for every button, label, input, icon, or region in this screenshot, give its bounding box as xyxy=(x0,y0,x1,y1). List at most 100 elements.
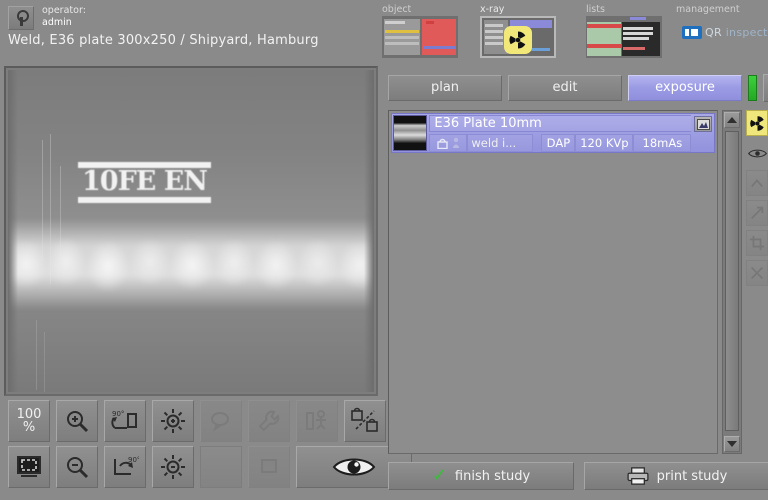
brand-mark-icon xyxy=(682,26,702,39)
right-icon-rail xyxy=(746,110,768,490)
rotate-ccw-button[interactable]: 90° xyxy=(104,446,146,488)
brightness-minus-icon xyxy=(161,455,185,479)
zoom-100-percent-button[interactable]: 100 % xyxy=(8,400,50,442)
rotate-90-ccw-icon: 90° xyxy=(114,456,139,475)
fit-to-window-button[interactable] xyxy=(8,446,50,488)
measure-button xyxy=(296,400,338,442)
finish-study-button[interactable]: ✓ finish study xyxy=(388,462,574,490)
expand-view-button[interactable] xyxy=(763,74,768,102)
study-flags xyxy=(429,134,468,152)
triangle-down-icon xyxy=(727,441,737,447)
nav-tab-object[interactable]: object xyxy=(378,4,464,60)
key-icon xyxy=(16,10,29,26)
viewer-toolbar-row-2: 90° xyxy=(8,446,412,488)
green-check-icon: ✓ xyxy=(431,465,447,486)
cut-icon xyxy=(751,267,763,279)
image-detail-icon xyxy=(696,118,710,130)
viewer-toolbar-row-1: 100 % 90° xyxy=(8,400,386,442)
brightness-plus-icon xyxy=(161,409,185,433)
mode-tab-edit[interactable]: edit xyxy=(508,75,622,101)
finish-study-label: finish study xyxy=(454,468,531,484)
operator-name: admin xyxy=(42,17,72,28)
right-panel: plan edit exposure E36 Plate 10mm weld i… xyxy=(384,66,768,500)
operator-label: operator: xyxy=(42,5,86,16)
nav-tab-lists[interactable]: lists xyxy=(582,4,668,60)
rotate-90-cw-icon: 90° xyxy=(111,410,137,429)
comment-bubble-icon xyxy=(211,412,229,432)
mode-tab-exposure[interactable]: exposure xyxy=(628,75,742,101)
radiograph-image: 10FE EN xyxy=(8,70,374,392)
nav-tab-management-label: management xyxy=(676,4,740,15)
print-study-label: print study xyxy=(656,468,728,484)
eye-icon xyxy=(332,458,376,476)
image-detail-button[interactable] xyxy=(694,116,713,132)
expand-diagonal-icon xyxy=(751,206,764,219)
exposure-list[interactable]: E36 Plate 10mm weld i... DAP 120 KVp 18m… xyxy=(388,110,718,454)
study-actions xyxy=(692,114,714,152)
svg-text:90°: 90° xyxy=(112,410,124,418)
wrench-icon xyxy=(258,410,280,432)
lead-marker-text: 10FE EN xyxy=(78,162,211,203)
nav-tab-lists-label: lists xyxy=(586,4,605,15)
study-list-item[interactable]: E36 Plate 10mm weld i... DAP 120 KVp 18m… xyxy=(391,113,715,153)
tools-button xyxy=(248,400,290,442)
study-description-cell: weld i... xyxy=(467,134,534,152)
radiograph-viewer-frame: 10FE EN xyxy=(4,66,378,396)
annotate-button xyxy=(200,400,242,442)
radiation-active-icon xyxy=(749,115,764,131)
mode-tabs: plan edit exposure xyxy=(388,74,768,102)
study-kvp-value: 120 KVp xyxy=(575,134,634,152)
brand-suffix: inspect xyxy=(725,26,768,39)
scroll-down-button[interactable] xyxy=(724,436,740,452)
nav-tab-xray[interactable]: x-ray xyxy=(476,4,562,60)
window-level-icon xyxy=(261,459,277,473)
application-window: operator: admin Weld, E36 plate 300x250 … xyxy=(0,0,768,500)
radiation-trefoil-icon xyxy=(504,26,532,54)
mode-tab-plan[interactable]: plan xyxy=(388,75,502,101)
zoom-100-icon-bottom: % xyxy=(22,420,36,435)
lock-icon xyxy=(437,138,448,149)
fit-screen-icon xyxy=(17,456,41,477)
image-edge-left xyxy=(8,70,18,392)
zoom-in-button[interactable] xyxy=(56,400,98,442)
image-edge-right xyxy=(364,70,374,392)
radiograph-viewer[interactable]: 10FE EN xyxy=(8,70,374,392)
top-header: operator: admin Weld, E36 plate 300x250 … xyxy=(0,0,768,62)
study-spacer xyxy=(533,134,541,152)
brightness-down-button[interactable] xyxy=(152,446,194,488)
brand-text: QR inspect xyxy=(705,26,768,39)
study-title: E36 Plate 10mm xyxy=(429,115,692,132)
scroll-up-button[interactable] xyxy=(724,112,740,128)
study-details: E36 Plate 10mm weld i... DAP 120 KVp 18m… xyxy=(429,114,692,152)
crop-button xyxy=(746,230,768,256)
radiation-active-button[interactable] xyxy=(746,110,768,136)
header-left: operator: admin Weld, E36 plate 300x250 … xyxy=(0,0,380,62)
operator-info: operator: admin xyxy=(42,5,86,29)
nav-tab-management[interactable]: management QR inspect xyxy=(672,4,768,60)
preview-eye-rail-button[interactable] xyxy=(746,140,768,166)
collapse-up-button xyxy=(746,170,768,196)
weld-bead xyxy=(8,218,374,310)
link-lock-button[interactable] xyxy=(344,400,386,442)
print-study-button[interactable]: print study xyxy=(584,462,768,490)
measure-person-icon xyxy=(306,410,326,430)
cut-button xyxy=(746,260,768,286)
empty-slot xyxy=(200,446,242,488)
printer-icon xyxy=(627,467,649,485)
header-nav-tabs: object x-ray lists management QR inspect xyxy=(372,0,768,62)
study-mas-value: 18mAs xyxy=(633,134,692,152)
zoom-out-button[interactable] xyxy=(56,446,98,488)
brightness-up-button[interactable] xyxy=(152,400,194,442)
collapse-up-icon xyxy=(751,179,763,188)
operator-login-button[interactable] xyxy=(8,6,34,30)
brand-logo-icon: QR inspect xyxy=(682,26,768,39)
rotate-cw-button[interactable]: 90° xyxy=(104,400,146,442)
magnifier-plus-icon xyxy=(67,411,89,433)
radiograph-thumbnail xyxy=(393,115,428,151)
scrollbar-thumb[interactable] xyxy=(725,131,739,431)
study-parameters: weld i... DAP 120 KVp 18mAs xyxy=(429,134,692,152)
magnifier-minus-icon xyxy=(67,457,89,479)
linked-locks-icon xyxy=(351,407,378,432)
exposure-list-scrollbar[interactable] xyxy=(722,110,742,454)
object-list-thumbnail xyxy=(382,16,458,58)
